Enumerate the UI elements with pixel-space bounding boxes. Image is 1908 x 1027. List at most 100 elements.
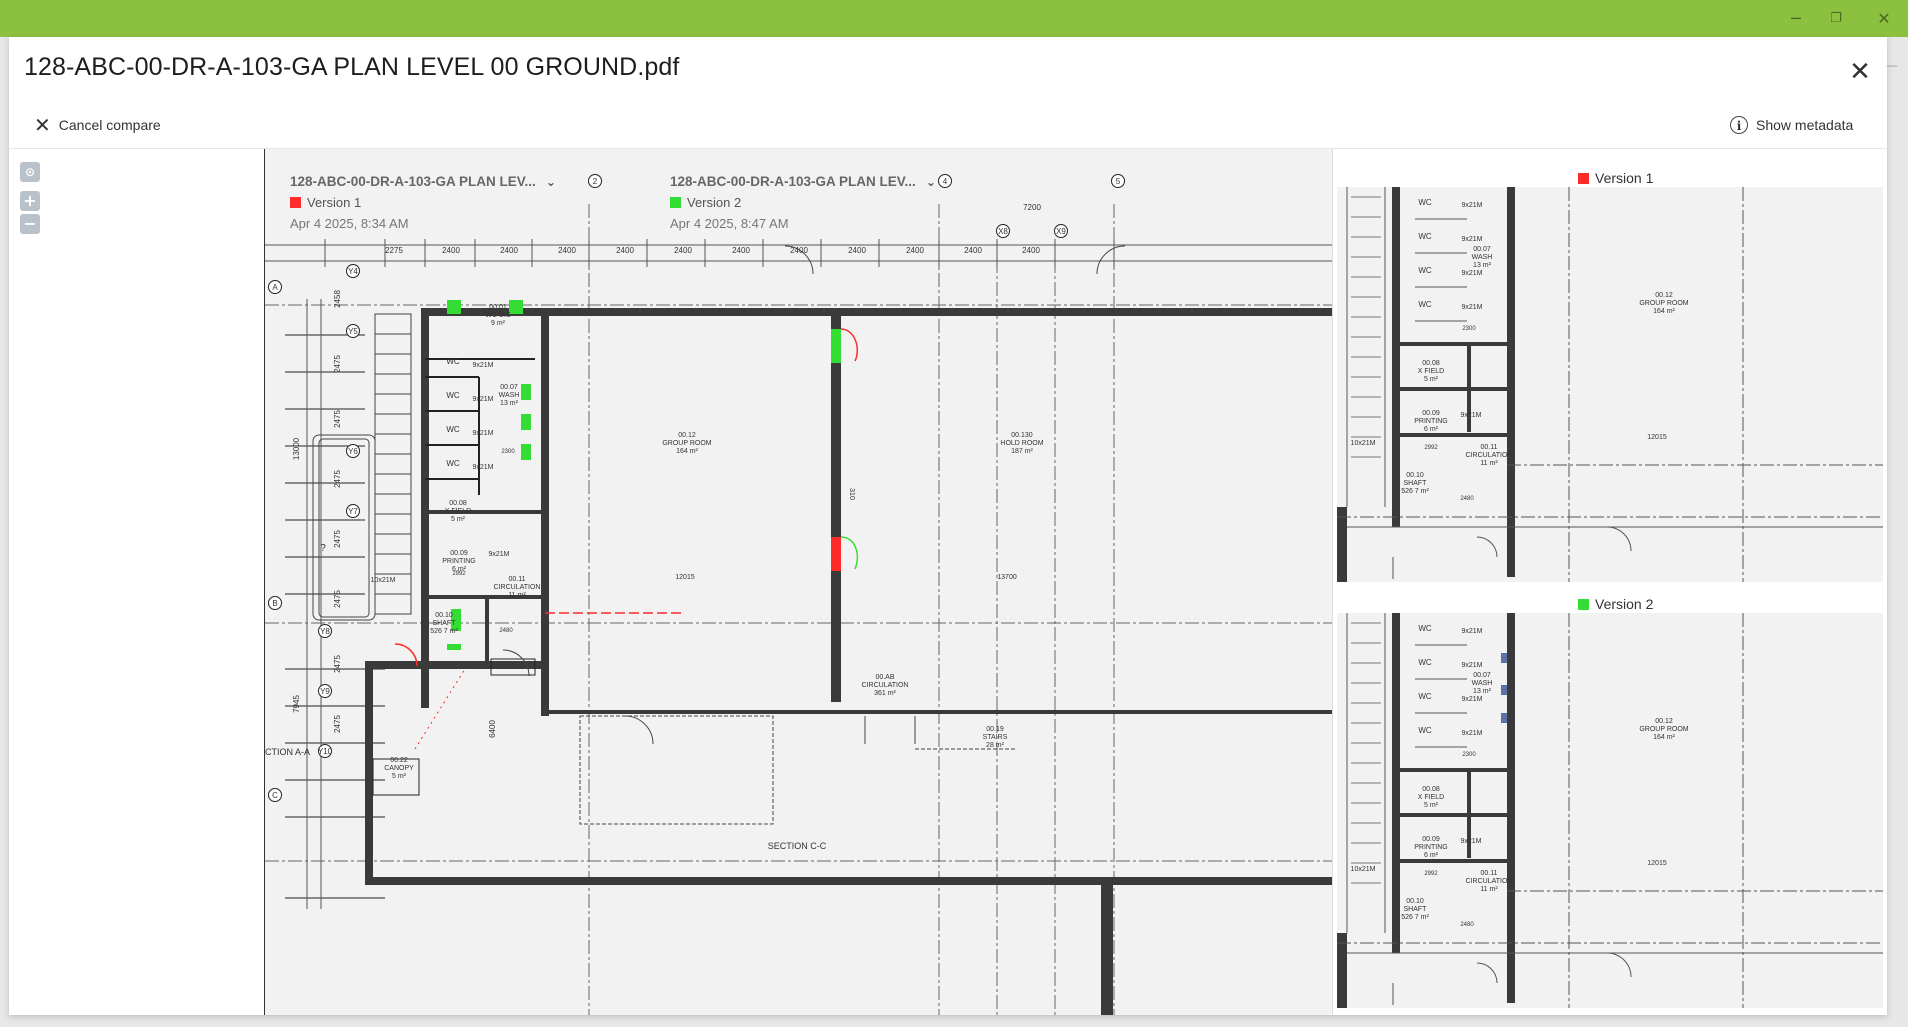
room-hold-room-line-1: HOLD ROOM [1000,440,1043,447]
section-a-a-label: CTION A-A [265,747,310,757]
window-close-icon[interactable]: ✕ [1866,6,1902,32]
v2-wc-label-3: WC [1418,726,1432,735]
version-2-file-name: 128-ABC-00-DR-A-103-GA PLAN LEV... [670,174,916,189]
v1-wc-label-2: WC [1418,266,1432,275]
dim-13000: 13000 [292,437,301,460]
v1-wc-label-3: WC [1418,300,1432,309]
v1-room-wash-line-1: WASH [1472,254,1493,261]
document-title: 128-ABC-00-DR-A-103-GA PLAN LEVEL 00 GRO… [24,53,680,81]
room-wash-line-1: WASH [499,392,520,399]
version-1-preview[interactable]: WC WC WC WC 9x21M 9x21M 9x21M 9x21M 9x21M 00.07 WA… [1337,187,1883,582]
version-1-header: 128-ABC-00-DR-A-103-GA PLAN LEV... ⌄ Ver… [290,174,590,231]
room-wash-line-2: 13 m² [500,400,519,407]
version-1-swatch [290,197,301,208]
dim-left-3: 2475 [333,470,342,488]
v1-wc-label-1: WC [1418,232,1432,241]
version-2-preview[interactable]: WC WC WC WC 9x21M 9x21M 9x21M 9x21M 9x21M 00.07 WA… [1337,613,1883,1008]
v1-dim-2992: 2992 [1424,445,1438,451]
room-circulation-small-line-1: CIRCULATION [494,584,541,591]
show-metadata-button[interactable]: i Show metadata [1730,112,1853,138]
dim-top-2: 2400 [500,246,518,255]
room-circulation-main-line-1: CIRCULATION [862,682,909,689]
room-printing-line-0: 00.09 [450,550,468,557]
room-circulation-main-line-0: 00.AB [875,674,894,681]
floor-plan-overlay: 2 4 5X8 X9ABCY4Y5Y6Y7Y8Y9Y102275 2400 2400 240… [265,174,1333,1015]
zoom-in-button[interactable]: + [20,191,40,211]
dim-2992: 2992 [452,571,466,577]
room-shaft-line-2: 526 7 m² [430,628,458,635]
dim-top-4: 2400 [616,246,634,255]
room-canopy-line-2: 5 m² [392,773,407,780]
v2-wc-label-1: WC [1418,658,1432,667]
version-2-swatch [670,197,681,208]
v2-room-x-field-line-2: 5 m² [1424,802,1439,809]
dim-left-2: 2475 [333,410,342,428]
dim-left-6: 2475 [333,655,342,673]
dim-top-0: 2275 [385,246,403,255]
dim-top-7: 2400 [790,246,808,255]
restore-icon[interactable]: ❐ [1818,6,1854,32]
room-circulation-small-line-0: 00.11 [509,576,526,583]
v1-room-x-field-line-0: 00.08 [1422,360,1440,367]
version-2-file-selector[interactable]: 128-ABC-00-DR-A-103-GA PLAN LEV... ⌄ [670,174,970,189]
v1-dim-2480: 2480 [1460,496,1474,502]
v2-door-tag-1: 9x21M [1461,662,1482,669]
question-mark: ? [320,543,326,554]
zoom-out-button[interactable]: − [20,214,40,234]
v1-room-x-field-line-2: 5 m² [1424,376,1439,383]
dim-left-0: 2458 [333,290,342,308]
dim-top-3: 2400 [558,246,576,255]
v2-dim-12015: 12015 [1647,860,1667,867]
v2-door-tag-0: 9x21M [1461,628,1482,635]
grid-row-A: A [272,283,278,292]
v2-room-x-field-line-1: X FIELD [1418,794,1444,801]
wc-label-1: WC [446,391,460,400]
v1-room-circulation-small-line-0: 00.11 [1481,444,1498,451]
minimize-icon[interactable]: ─ [1778,6,1814,32]
dim-6400: 6400 [488,720,497,738]
dim-12015: 12015 [675,574,695,581]
side-by-side-viewer: Version 1 WC WC WC WC 9x21M 9x21M 9x21M … [1332,149,1887,1015]
dim-top-6: 2400 [732,246,750,255]
v1-dim-2300: 2300 [1462,326,1476,332]
v2-room-shaft-line-2: 526 7 m² [1401,914,1429,921]
v1-room-printing-line-1: PRINTING [1414,418,1447,425]
version-2-caption: Version 2 [1578,596,1653,612]
zoom-controls: ⊙ + − [20,162,40,237]
v2-door-tag-2: 9x21M [1461,696,1482,703]
wc-label-2: WC [446,425,460,434]
version-1-plan: WC WC WC WC 9x21M 9x21M 9x21M 9x21M 9x21M 00.07WA… [1337,187,1883,582]
v1-room-printing-line-2: 6 m² [1424,426,1439,433]
wc-label-0: WC [446,357,460,366]
chevron-down-icon: ⌄ [925,174,936,189]
v1-door-tag-4: 9x21M [1460,412,1481,419]
v2-room-group-room-line-1: GROUP ROOM [1639,726,1688,733]
room-x-field-line-2: 5 m² [451,516,466,523]
dim-left-4: 2475 [333,530,342,548]
version-2-label-row: Version 2 [670,195,970,210]
v2-room-wash-line-0: 00.07 [1473,672,1491,679]
version-1-caption-label: Version 1 [1595,170,1654,186]
v2-door-tag-3: 9x21M [1461,730,1482,737]
v2-room-wash-line-2: 13 m² [1473,688,1492,695]
dim-7200: 7200 [1023,203,1041,212]
room-canopy-line-1: CANOPY [384,765,414,772]
dim-2300: 2300 [501,449,515,455]
dim-left-7: 2475 [333,715,342,733]
v2-room-shaft-line-0: 00.10 [1406,898,1424,905]
overlay-drawing-viewer[interactable]: 2 4 5 X8 X9 A B C Y4 Y5 Y6 Y7 Y8 Y9 Y10 2275 2400 2400 240… [264,149,1333,1015]
fit-to-screen-icon[interactable]: ⊙ [20,162,40,182]
grid-sub-Y6: Y6 [348,447,358,456]
room-circulation-main-line-2: 361 m² [874,690,896,697]
v2-room-shaft-line-1: SHAFT [1404,906,1428,913]
v1-room-printing-line-0: 00.09 [1422,410,1440,417]
room-wc-dis-line-0: 00.01 [489,304,507,311]
dim-top-9: 2400 [906,246,924,255]
grid-sub-Y8: Y8 [320,627,330,636]
cancel-compare-button[interactable]: ✕ Cancel compare [34,112,161,138]
close-dialog-button[interactable]: ✕ [1845,57,1875,87]
version-1-file-selector[interactable]: 128-ABC-00-DR-A-103-GA PLAN LEV... ⌄ [290,174,590,189]
v1-door-tag-1: 9x21M [1461,236,1482,243]
cancel-compare-label: Cancel compare [58,117,161,133]
version-1-caption: Version 1 [1578,170,1653,186]
